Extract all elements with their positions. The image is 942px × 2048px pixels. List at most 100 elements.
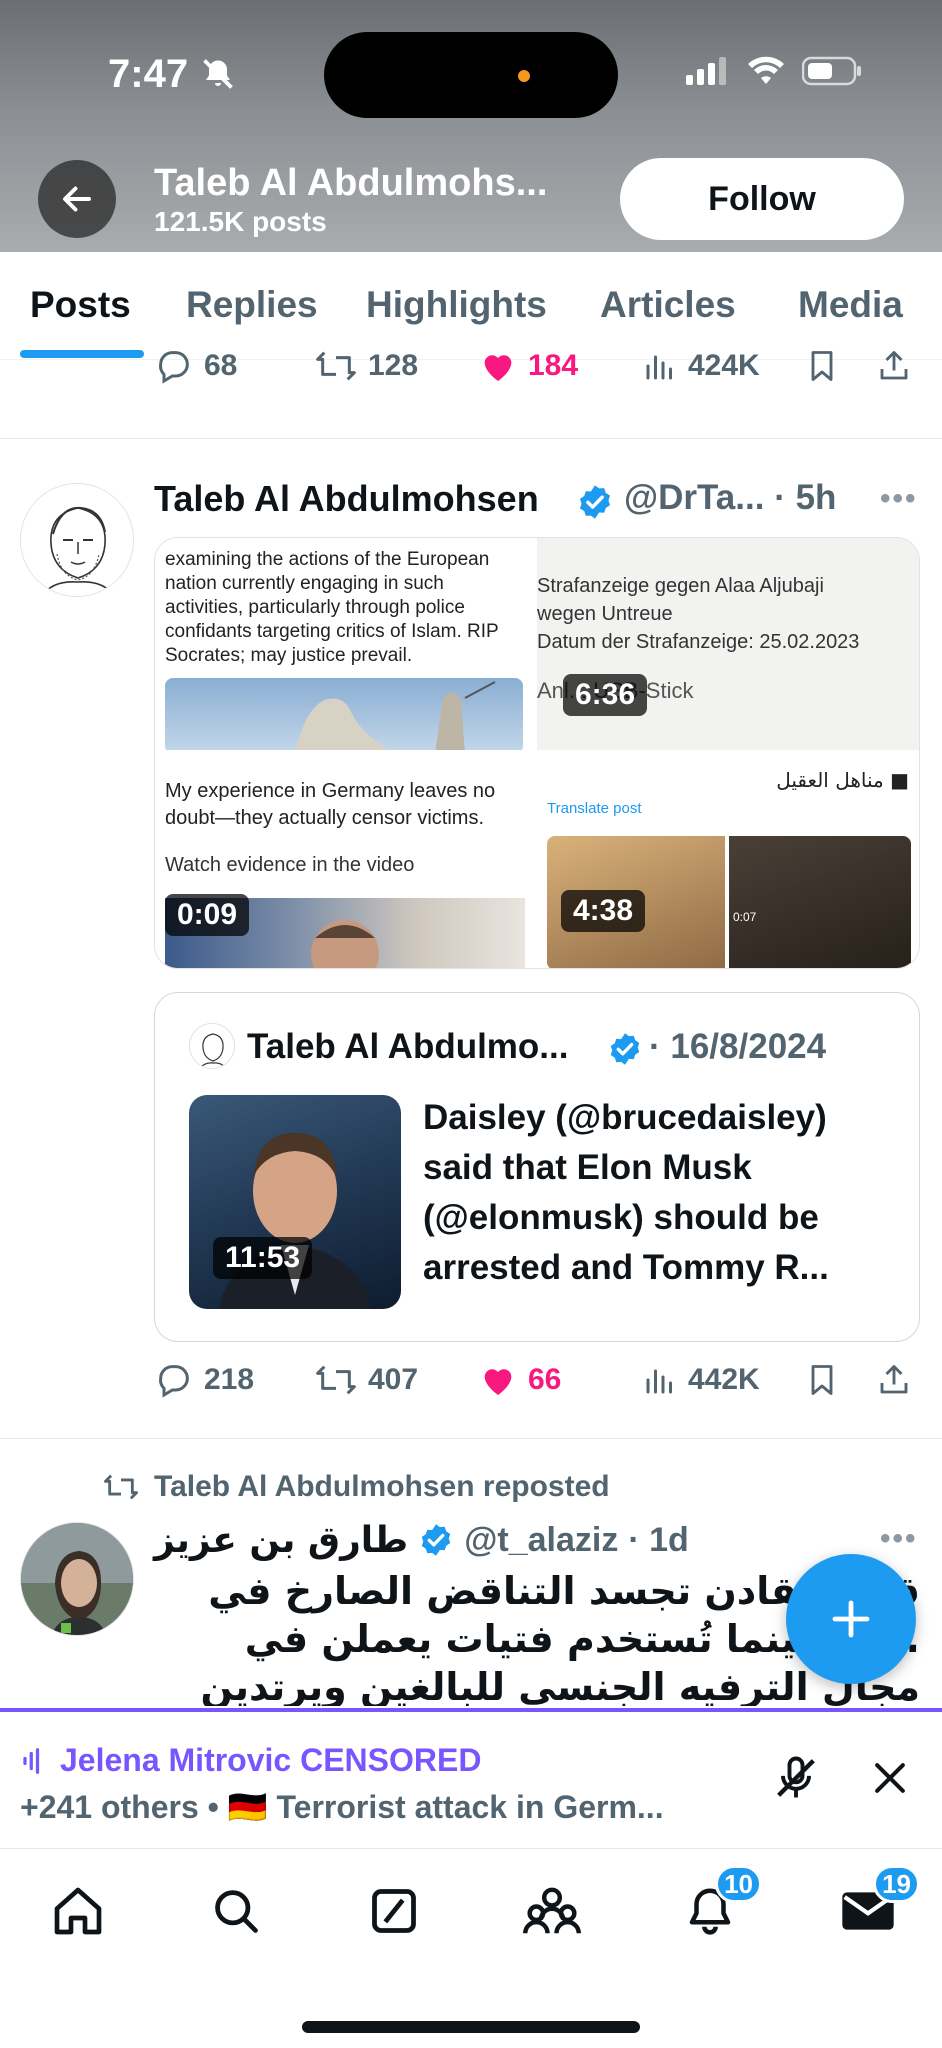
quote-avatar [189, 1023, 235, 1069]
nav-search[interactable] [206, 1881, 266, 1941]
media-item[interactable]: Strafanzeige gegen Alaa Aljubaji wegen U… [537, 538, 919, 754]
spaces-title-text: Jelena Mitrovic CENSORED [60, 1742, 482, 1778]
views-icon [646, 355, 672, 380]
signal-icon [686, 57, 726, 85]
verified-icon [421, 1524, 451, 1556]
tab-media[interactable]: Media [798, 284, 903, 326]
avatar[interactable] [20, 483, 134, 597]
repost-button[interactable]: 128 [314, 346, 418, 386]
close-button[interactable] [868, 1756, 912, 1805]
media-item[interactable]: examining the actions of the European na… [155, 538, 533, 754]
like-button[interactable]: 66 [478, 1360, 561, 1400]
statue-image [165, 678, 523, 750]
nav-notifications[interactable]: 10 [680, 1865, 762, 1941]
share-icon [880, 351, 908, 380]
home-indicator [302, 2021, 640, 2033]
media-text-line: wegen Untreue [537, 603, 673, 625]
share-icon [880, 1365, 908, 1394]
repost-author[interactable]: طارق بن عزيز @t_alaziz · 1d [154, 1514, 934, 1566]
nav-grok[interactable] [364, 1881, 424, 1941]
heart-filled-icon [484, 355, 512, 381]
back-button[interactable] [38, 160, 116, 238]
repost-handle: @t_alaziz [464, 1520, 619, 1559]
quote-text: Daisley (@brucedaisley) said that Elon M… [423, 1098, 829, 1287]
repost-text-line: مجال الترفيه الجنسي للبالغين ويرتدين فنا… [200, 1665, 920, 1706]
media-header-text: ■ مناهل العقيل [776, 768, 909, 792]
follow-button[interactable]: Follow [620, 158, 904, 240]
video-duration: 0:09 [165, 894, 250, 936]
repost-count: 128 [368, 349, 419, 382]
tweet-actions: 218 407 66 442K [154, 1360, 914, 1410]
arrow-left-icon [63, 186, 91, 212]
profile-header: 7:47 Taleb Al Abdulmohs... 121.5K posts … [0, 0, 942, 252]
spaces-subtitle: +241 others • 🇩🇪 Terrorist attack in Ger… [20, 1789, 664, 1825]
share-button[interactable] [876, 346, 912, 386]
like-count: 66 [528, 1363, 562, 1396]
media-grid[interactable]: examining the actions of the European na… [154, 537, 920, 969]
more-options-icon[interactable]: ••• [880, 482, 918, 516]
spaces-bar[interactable]: Jelena Mitrovic CENSORED +241 others • 🇩… [0, 1708, 942, 1848]
share-button[interactable] [876, 1360, 912, 1400]
search-icon [215, 1890, 258, 1933]
quote-video-thumbnail[interactable]: 11:53 [189, 1095, 401, 1309]
reply-count: 68 [204, 349, 238, 382]
battery-icon [802, 56, 861, 86]
dynamic-island [324, 32, 618, 118]
tab-posts[interactable]: Posts [30, 284, 131, 326]
close-icon [875, 1763, 905, 1793]
repost-icon [316, 1365, 356, 1395]
tweet-author-name[interactable]: Taleb Al Abdulmohsen [154, 478, 539, 520]
quote-tweet[interactable]: Taleb Al Abdulmo... · 16/8/2024 11:53 Da… [154, 992, 920, 1342]
media-text-line: Datum der Strafanzeige: 25.02.2023 [537, 631, 860, 653]
media-item[interactable]: My experience in Germany leaves no doubt… [155, 754, 533, 968]
heart-filled-icon [484, 1369, 512, 1395]
verified-icon [576, 483, 614, 526]
bookmark-icon [811, 351, 833, 381]
posts-count: 121.5K posts [154, 206, 327, 237]
nav-communities[interactable] [522, 1881, 582, 1941]
bell-off-icon [200, 56, 236, 97]
views-button[interactable]: 424K [642, 346, 760, 386]
prev-tweet-actions: 68 128 184 424K [154, 346, 914, 396]
home-icon [54, 1887, 102, 1935]
repost-button[interactable]: 407 [314, 1360, 418, 1400]
status-icons [686, 56, 862, 86]
nav-home[interactable] [48, 1881, 108, 1941]
views-icon [646, 1369, 672, 1394]
media-item[interactable]: ■ مناهل العقيل Translate post 0:07 4:38 [537, 754, 919, 968]
tab-highlights[interactable]: Highlights [366, 284, 547, 326]
reply-button[interactable]: 218 [154, 1360, 254, 1400]
repost-author-name: طارق بن عزيز [154, 1519, 409, 1561]
spaces-title: Jelena Mitrovic CENSORED [20, 1742, 481, 1779]
more-options-icon[interactable]: ••• [880, 1522, 918, 1556]
views-button[interactable]: 442K [642, 1360, 760, 1400]
reply-button[interactable]: 68 [154, 346, 237, 386]
media-text: examining the actions of the European na… [165, 549, 499, 666]
profile-tabs: Posts Replies Highlights Articles Media [0, 252, 942, 360]
bookmark-button[interactable] [804, 1360, 840, 1400]
like-button[interactable]: 184 [478, 346, 578, 386]
compose-button[interactable] [786, 1554, 916, 1684]
views-count: 424K [688, 349, 760, 382]
nav-messages[interactable]: 19 [838, 1865, 920, 1941]
tweet-handle: @DrTa... · 5h [624, 478, 837, 517]
media-text-line: Strafanzeige gegen Alaa Aljubaji [537, 575, 824, 597]
plus-icon [832, 1600, 870, 1638]
tab-articles[interactable]: Articles [600, 284, 736, 326]
repost-icon [316, 351, 356, 381]
tab-indicator [20, 350, 144, 358]
bookmark-button[interactable] [804, 346, 840, 386]
avatar[interactable] [20, 1522, 134, 1636]
reply-icon [159, 1365, 189, 1398]
bookmark-icon [811, 1365, 833, 1395]
tab-replies[interactable]: Replies [186, 284, 318, 326]
repost-indicator[interactable]: Taleb Al Abdulmohsen reposted [102, 1470, 610, 1504]
mic-off-button[interactable] [770, 1752, 822, 1809]
divider [0, 438, 942, 439]
notifications-badge: 10 [715, 1865, 762, 1903]
reply-icon [159, 351, 189, 384]
mic-off-icon [777, 1756, 815, 1798]
translate-link: Translate post [547, 800, 642, 817]
grok-icon [372, 1889, 416, 1933]
video-duration: 6:36 [563, 674, 648, 716]
